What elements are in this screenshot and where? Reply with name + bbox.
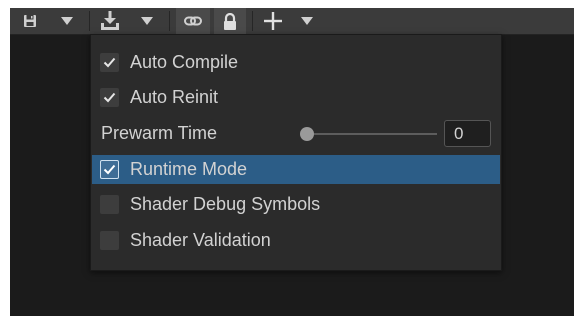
prewarm-time-label: Prewarm Time [101,123,218,143]
menu-item-label: Auto Compile [130,52,239,72]
toolbar-divider [252,11,253,31]
auto-compile-checkbox[interactable] [100,53,119,72]
save-button[interactable] [12,8,48,34]
menu-item-label: Auto Reinit [130,87,219,107]
toolbar-divider [89,11,90,31]
dropdown-arrow-icon [301,17,313,25]
lock-button[interactable] [214,8,246,34]
prewarm-time-slider-handle[interactable] [300,127,314,141]
download-options-dropdown[interactable] [134,8,160,34]
save-icon [24,15,36,27]
menu-item-label: Runtime Mode [130,159,248,179]
menu-item-label: Shader Debug Symbols [130,194,321,214]
toolbar [10,8,574,35]
menu-item-auto-reinit[interactable]: Auto Reinit [92,83,500,112]
checkmark-icon [103,57,116,68]
prewarm-time-input[interactable]: 0 [444,120,491,147]
download-button[interactable] [92,8,128,34]
download-icon [101,11,119,30]
add-options-dropdown[interactable] [295,8,319,34]
runtime-mode-checkbox[interactable] [100,160,119,179]
checkmark-icon [103,92,116,103]
dropdown-arrow-icon [141,17,153,25]
editor-window: Auto Compile Auto Reinit Prewarm Time 0 … [10,8,574,316]
link-button[interactable] [176,8,210,34]
menu-item-shader-validation[interactable]: Shader Validation [92,226,500,255]
shader-validation-checkbox[interactable] [100,231,119,250]
settings-dropdown-menu: Auto Compile Auto Reinit Prewarm Time 0 … [90,34,502,271]
dropdown-arrow-icon [61,17,73,25]
prewarm-time-row: Prewarm Time 0 [92,119,500,148]
shader-debug-symbols-checkbox[interactable] [100,195,119,214]
add-button[interactable] [257,8,289,34]
menu-item-label: Shader Validation [130,230,271,250]
toolbar-divider [169,11,170,31]
auto-reinit-checkbox[interactable] [100,88,119,107]
menu-item-runtime-mode[interactable]: Runtime Mode [92,155,500,184]
checkmark-icon [103,164,116,175]
lock-icon [224,12,236,30]
prewarm-time-slider-track[interactable] [311,133,437,135]
menu-item-shader-debug-symbols[interactable]: Shader Debug Symbols [92,190,500,219]
plus-icon [264,12,282,30]
menu-item-auto-compile[interactable]: Auto Compile [92,48,500,77]
link-icon [184,16,202,26]
save-options-dropdown[interactable] [54,8,80,34]
